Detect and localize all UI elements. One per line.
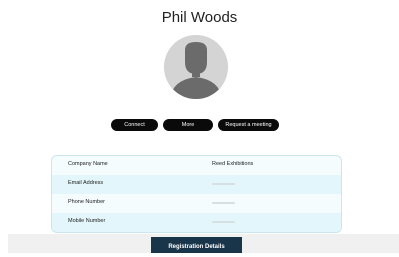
more-button[interactable]: More — [163, 119, 213, 131]
mobile-number-label: Mobile Number — [68, 218, 106, 224]
email-address-label: Email Address — [68, 180, 104, 186]
company-name-value: Reed Exhibitions — [212, 161, 254, 167]
avatar — [164, 35, 228, 99]
details-card: Company Name Reed Exhibitions Email Addr… — [51, 155, 342, 233]
email-address-redacted-value — [212, 183, 235, 185]
profile-name: Phil Woods — [161, 9, 238, 26]
company-name-label: Company Name — [68, 161, 108, 167]
connect-button[interactable]: Connect — [111, 119, 158, 131]
detail-row-email-address: Email Address — [52, 175, 341, 194]
detail-row-phone-number: Phone Number — [52, 194, 341, 213]
mobile-number-redacted-value — [212, 221, 235, 223]
detail-row-company-name: Company Name Reed Exhibitions — [52, 156, 341, 175]
request-meeting-button[interactable]: Request a meeting — [218, 119, 279, 131]
phone-number-redacted-value — [212, 202, 235, 204]
registration-details-button[interactable]: Registration Details — [151, 237, 242, 253]
detail-row-mobile-number: Mobile Number — [52, 213, 341, 232]
phone-number-label: Phone Number — [68, 199, 105, 205]
person-silhouette-icon — [164, 35, 228, 99]
